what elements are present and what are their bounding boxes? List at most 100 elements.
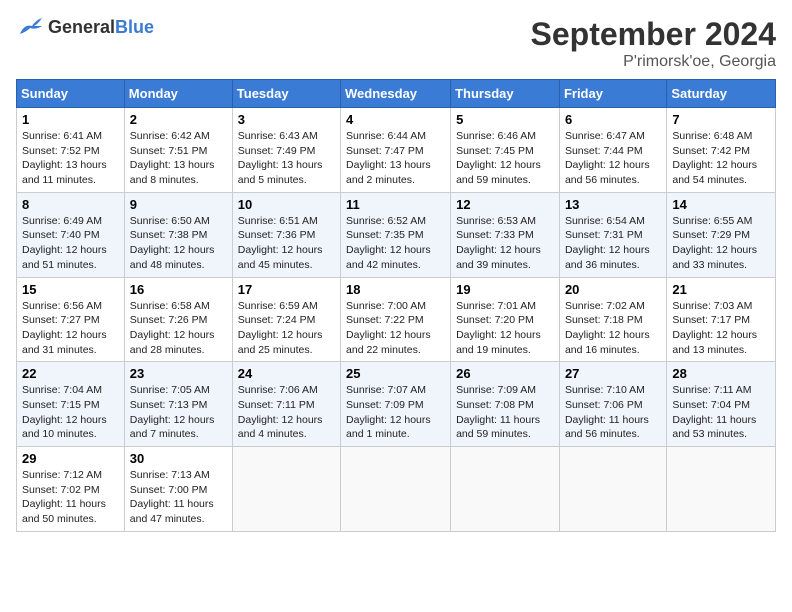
day-number: 18 <box>346 282 445 297</box>
day-number: 27 <box>565 366 661 381</box>
day-number: 17 <box>238 282 335 297</box>
cell-text: Sunrise: 7:06 AMSunset: 7:11 PMDaylight:… <box>238 383 335 442</box>
calendar-cell: 1Sunrise: 6:41 AMSunset: 7:52 PMDaylight… <box>17 108 125 193</box>
calendar-cell: 20Sunrise: 7:02 AMSunset: 7:18 PMDayligh… <box>559 277 666 362</box>
calendar-header-row: SundayMondayTuesdayWednesdayThursdayFrid… <box>17 80 776 108</box>
day-number: 4 <box>346 112 445 127</box>
cell-text: Sunrise: 7:01 AMSunset: 7:20 PMDaylight:… <box>456 299 554 358</box>
calendar-cell <box>341 447 451 532</box>
calendar-cell: 17 Sunrise: 6:59 AMSunset: 7:24 PMDayligh… <box>232 277 340 362</box>
day-number: 13 <box>565 197 661 212</box>
calendar-cell: 22 Sunrise: 7:04 AMSunset: 7:15 PMDayligh… <box>17 362 125 447</box>
cell-text: Sunrise: 6:51 AMSunset: 7:36 PMDaylight:… <box>238 214 335 273</box>
calendar-cell: 15Sunrise: 6:56 AMSunset: 7:27 PMDayligh… <box>17 277 125 362</box>
day-number: 6 <box>565 112 661 127</box>
calendar-cell: 26 Sunrise: 7:09 AMSunset: 7:08 PMDayligh… <box>451 362 560 447</box>
month-title: September 2024 <box>531 16 776 53</box>
cell-text: Sunrise: 6:52 AMSunset: 7:35 PMDaylight:… <box>346 214 445 273</box>
cell-text: Sunrise: 6:42 AMSunset: 7:51 PMDaylight:… <box>130 129 227 188</box>
weekday-header-saturday: Saturday <box>667 80 776 108</box>
calendar-cell: 14Sunrise: 6:55 AMSunset: 7:29 PMDayligh… <box>667 192 776 277</box>
calendar-cell: 12 Sunrise: 6:53 AMSunset: 7:33 PMDayligh… <box>451 192 560 277</box>
cell-text: Sunrise: 6:56 AMSunset: 7:27 PMDaylight:… <box>22 299 119 358</box>
logo-general-text: General <box>48 17 115 37</box>
weekday-header-friday: Friday <box>559 80 666 108</box>
cell-text: Sunrise: 6:54 AMSunset: 7:31 PMDaylight:… <box>565 214 661 273</box>
calendar-cell <box>451 447 560 532</box>
cell-text: Sunrise: 6:41 AMSunset: 7:52 PMDaylight:… <box>22 129 119 188</box>
calendar-week-row: 8 Sunrise: 6:49 AMSunset: 7:40 PMDaylight… <box>17 192 776 277</box>
calendar-week-row: 15Sunrise: 6:56 AMSunset: 7:27 PMDayligh… <box>17 277 776 362</box>
calendar-cell: 10 Sunrise: 6:51 AMSunset: 7:36 PMDayligh… <box>232 192 340 277</box>
cell-text: Sunrise: 7:04 AMSunset: 7:15 PMDaylight:… <box>22 383 119 442</box>
day-number: 26 <box>456 366 554 381</box>
cell-text: Sunrise: 6:43 AMSunset: 7:49 PMDaylight:… <box>238 129 335 188</box>
day-number: 19 <box>456 282 554 297</box>
day-number: 8 <box>22 197 119 212</box>
calendar-cell: 8 Sunrise: 6:49 AMSunset: 7:40 PMDaylight… <box>17 192 125 277</box>
day-number: 25 <box>346 366 445 381</box>
calendar-cell: 13 Sunrise: 6:54 AMSunset: 7:31 PMDayligh… <box>559 192 666 277</box>
day-number: 9 <box>130 197 227 212</box>
logo-bird-icon <box>16 16 44 38</box>
cell-text: Sunrise: 7:07 AMSunset: 7:09 PMDaylight:… <box>346 383 445 442</box>
day-number: 7 <box>672 112 770 127</box>
calendar-week-row: 29 Sunrise: 7:12 AMSunset: 7:02 PMDayligh… <box>17 447 776 532</box>
cell-text: Sunrise: 6:49 AMSunset: 7:40 PMDaylight:… <box>22 214 119 273</box>
calendar-cell: 4Sunrise: 6:44 AMSunset: 7:47 PMDaylight… <box>341 108 451 193</box>
day-number: 16 <box>130 282 227 297</box>
calendar-cell <box>667 447 776 532</box>
day-number: 21 <box>672 282 770 297</box>
day-number: 23 <box>130 366 227 381</box>
day-number: 20 <box>565 282 661 297</box>
calendar-cell: 27 Sunrise: 7:10 AMSunset: 7:06 PMDayligh… <box>559 362 666 447</box>
location-title: P'rimorsk'oe, Georgia <box>531 53 776 71</box>
cell-text: Sunrise: 7:09 AMSunset: 7:08 PMDaylight:… <box>456 383 554 442</box>
cell-text: Sunrise: 6:46 AMSunset: 7:45 PMDaylight:… <box>456 129 554 188</box>
calendar-cell: 11Sunrise: 6:52 AMSunset: 7:35 PMDayligh… <box>341 192 451 277</box>
cell-text: Sunrise: 6:50 AMSunset: 7:38 PMDaylight:… <box>130 214 227 273</box>
calendar-cell: 24 Sunrise: 7:06 AMSunset: 7:11 PMDayligh… <box>232 362 340 447</box>
weekday-header-sunday: Sunday <box>17 80 125 108</box>
calendar-cell: 28 Sunrise: 7:11 AMSunset: 7:04 PMDayligh… <box>667 362 776 447</box>
cell-text: Sunrise: 7:11 AMSunset: 7:04 PMDaylight:… <box>672 383 770 442</box>
day-number: 12 <box>456 197 554 212</box>
header: GeneralBlue September 2024 P'rimorsk'oe,… <box>16 16 776 71</box>
cell-text: Sunrise: 6:53 AMSunset: 7:33 PMDaylight:… <box>456 214 554 273</box>
day-number: 14 <box>672 197 770 212</box>
calendar-cell: 6Sunrise: 6:47 AMSunset: 7:44 PMDaylight… <box>559 108 666 193</box>
cell-text: Sunrise: 7:12 AMSunset: 7:02 PMDaylight:… <box>22 468 119 527</box>
cell-text: Sunrise: 7:10 AMSunset: 7:06 PMDaylight:… <box>565 383 661 442</box>
calendar-cell: 29 Sunrise: 7:12 AMSunset: 7:02 PMDayligh… <box>17 447 125 532</box>
cell-text: Sunrise: 6:59 AMSunset: 7:24 PMDaylight:… <box>238 299 335 358</box>
calendar-body: 1Sunrise: 6:41 AMSunset: 7:52 PMDaylight… <box>17 108 776 532</box>
day-number: 30 <box>130 451 227 466</box>
calendar-cell: 23 Sunrise: 7:05 AMSunset: 7:13 PMDayligh… <box>124 362 232 447</box>
day-number: 28 <box>672 366 770 381</box>
weekday-header-tuesday: Tuesday <box>232 80 340 108</box>
day-number: 2 <box>130 112 227 127</box>
calendar-cell: 21Sunrise: 7:03 AMSunset: 7:17 PMDayligh… <box>667 277 776 362</box>
title-area: September 2024 P'rimorsk'oe, Georgia <box>531 16 776 71</box>
calendar-week-row: 1Sunrise: 6:41 AMSunset: 7:52 PMDaylight… <box>17 108 776 193</box>
day-number: 22 <box>22 366 119 381</box>
calendar-cell: 16 Sunrise: 6:58 AMSunset: 7:26 PMDayligh… <box>124 277 232 362</box>
cell-text: Sunrise: 7:05 AMSunset: 7:13 PMDaylight:… <box>130 383 227 442</box>
logo: GeneralBlue <box>16 16 154 38</box>
calendar-cell: 3Sunrise: 6:43 AMSunset: 7:49 PMDaylight… <box>232 108 340 193</box>
cell-text: Sunrise: 7:13 AMSunset: 7:00 PMDaylight:… <box>130 468 227 527</box>
day-number: 10 <box>238 197 335 212</box>
logo-blue-text: Blue <box>115 17 154 37</box>
day-number: 24 <box>238 366 335 381</box>
calendar-cell: 2 Sunrise: 6:42 AMSunset: 7:51 PMDaylight… <box>124 108 232 193</box>
cell-text: Sunrise: 6:48 AMSunset: 7:42 PMDaylight:… <box>672 129 770 188</box>
calendar-cell: 25 Sunrise: 7:07 AMSunset: 7:09 PMDayligh… <box>341 362 451 447</box>
calendar-cell: 30 Sunrise: 7:13 AMSunset: 7:00 PMDayligh… <box>124 447 232 532</box>
weekday-header-thursday: Thursday <box>451 80 560 108</box>
calendar-cell: 7 Sunrise: 6:48 AMSunset: 7:42 PMDaylight… <box>667 108 776 193</box>
calendar-cell: 5 Sunrise: 6:46 AMSunset: 7:45 PMDaylight… <box>451 108 560 193</box>
day-number: 5 <box>456 112 554 127</box>
calendar-cell: 9 Sunrise: 6:50 AMSunset: 7:38 PMDaylight… <box>124 192 232 277</box>
cell-text: Sunrise: 6:58 AMSunset: 7:26 PMDaylight:… <box>130 299 227 358</box>
day-number: 29 <box>22 451 119 466</box>
